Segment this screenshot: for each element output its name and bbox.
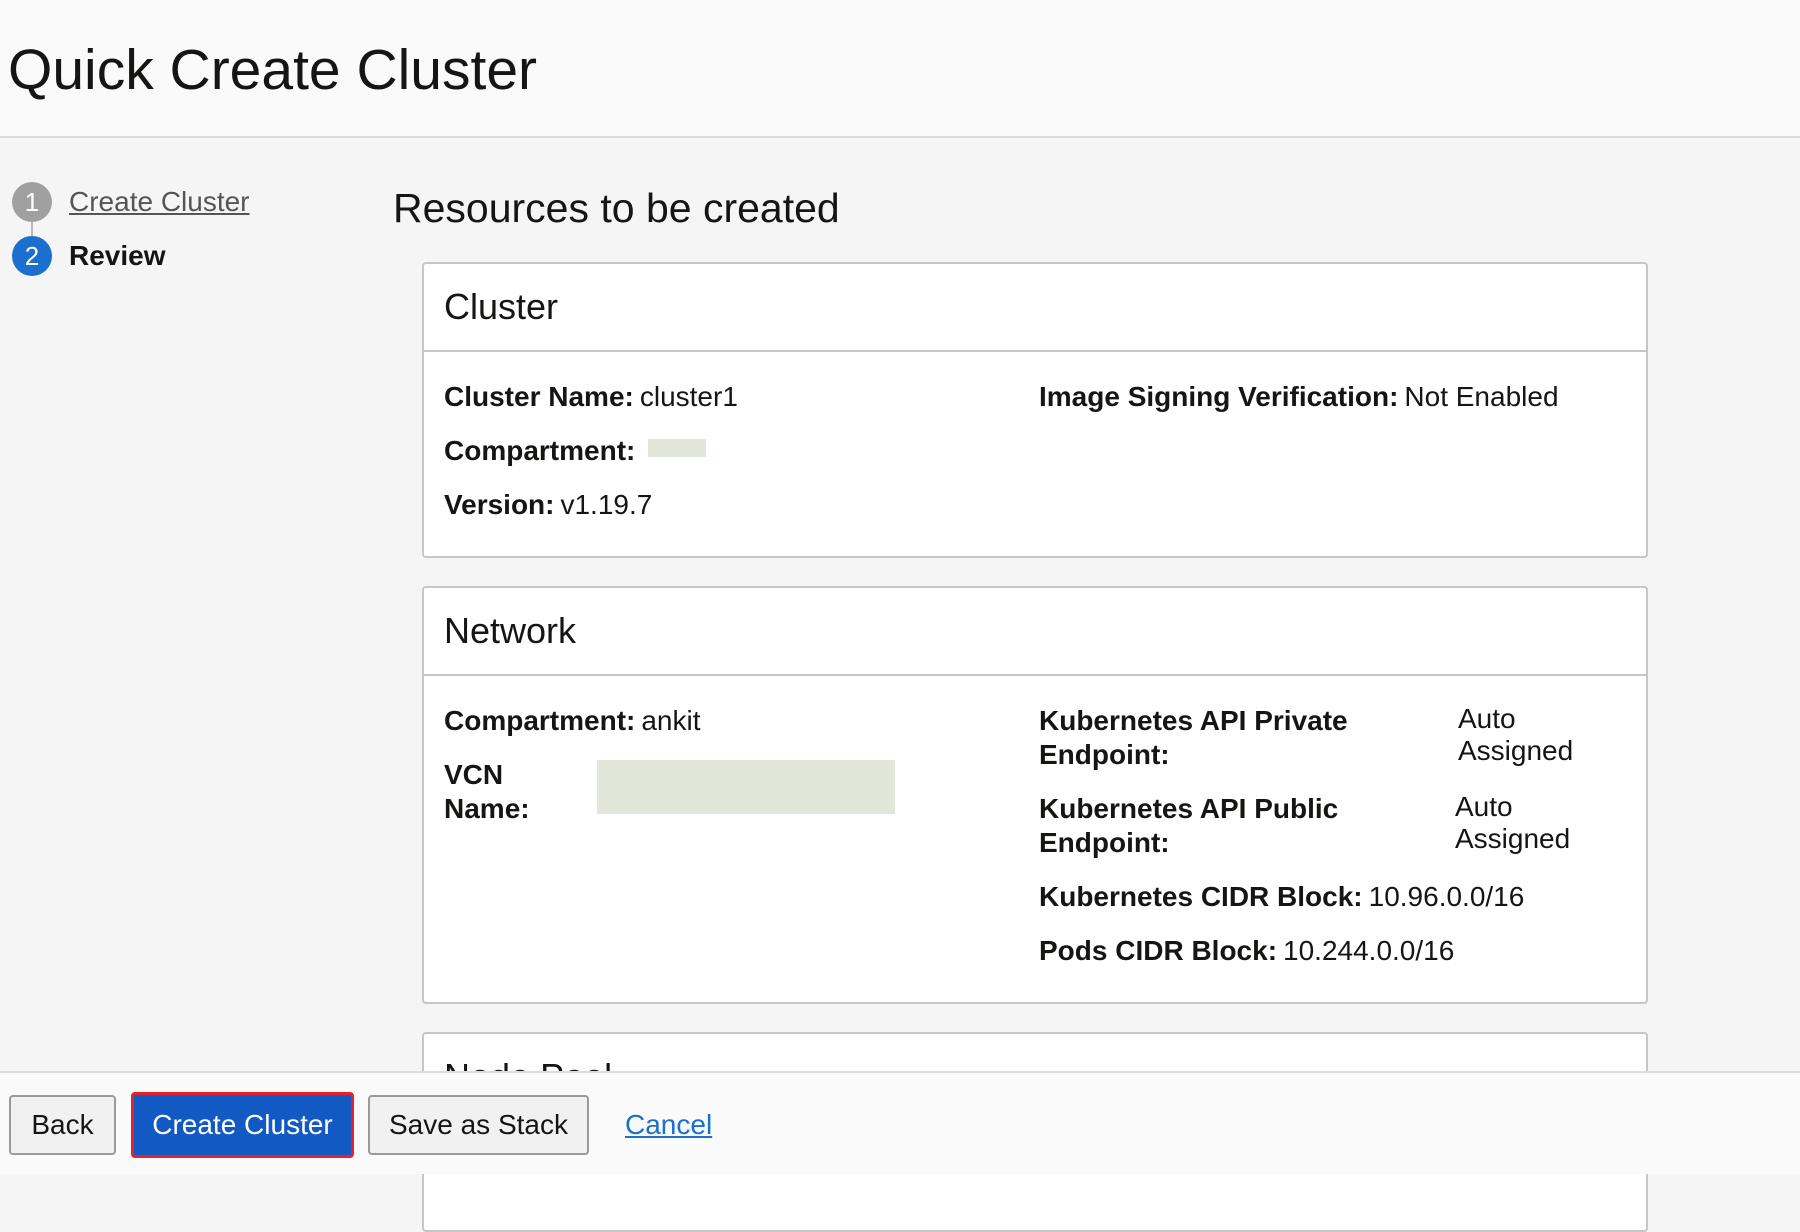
step-connector (31, 222, 33, 236)
step-review: 2 Review (12, 236, 166, 276)
private-endpoint-label-line1: Kubernetes API Private (1039, 705, 1348, 736)
private-endpoint-row: Kubernetes API Private Endpoint: Auto As… (1039, 703, 1629, 774)
pods-cidr-value: 10.244.0.0/16 (1283, 935, 1455, 966)
cancel-link[interactable]: Cancel (625, 1109, 712, 1141)
create-cluster-button[interactable]: Create Cluster (131, 1092, 354, 1158)
cluster-compartment-label: Compartment: (444, 435, 636, 466)
cluster-version-label: Version: (444, 489, 555, 520)
network-compartment-value: ankit (641, 705, 701, 736)
step-number-2: 2 (12, 236, 52, 276)
step-create-cluster[interactable]: 1 Create Cluster (12, 182, 250, 222)
public-endpoint-value-line2: Assigned (1455, 823, 1571, 854)
image-signing-label: Image Signing Verification: (1039, 381, 1399, 412)
image-signing-value: Not Enabled (1404, 381, 1559, 412)
public-endpoint-label-line1: Kubernetes API Public (1039, 793, 1339, 824)
step-label-review: Review (69, 240, 166, 271)
cluster-name-value: cluster1 (639, 381, 738, 412)
page-title: Quick Create Cluster (8, 38, 538, 102)
cluster-name-label: Cluster Name: (444, 381, 634, 412)
k8s-cidr-value: 10.96.0.0/16 (1368, 881, 1525, 912)
vcn-name-label-line1: VCN (444, 759, 504, 790)
back-button[interactable]: Back (9, 1095, 116, 1155)
redacted-compartment (648, 439, 706, 457)
page-header: Quick Create Cluster (0, 0, 1800, 138)
save-as-stack-button[interactable]: Save as Stack (368, 1095, 589, 1155)
private-endpoint-value-line1: Auto (1458, 703, 1516, 734)
pods-cidr-label: Pods CIDR Block: (1039, 935, 1278, 966)
network-panel-heading: Network (424, 588, 1646, 676)
step-link-create-cluster[interactable]: Create Cluster (69, 186, 250, 218)
public-endpoint-label-line2: Endpoint: (1039, 827, 1170, 858)
cluster-panel: Cluster Cluster Name: cluster1 Compartmen… (422, 262, 1648, 558)
footer-bar: Back Create Cluster Save as Stack Cancel (0, 1071, 1800, 1174)
section-title: Resources to be created (393, 185, 840, 231)
vcn-name-label-line2: Name: (444, 793, 530, 824)
network-panel: Network Compartment: ankit VCN Name: Kube… (422, 586, 1648, 1004)
cluster-name-row: Cluster Name: cluster1 (444, 380, 738, 414)
private-endpoint-value-line2: Assigned (1458, 735, 1574, 766)
step-number-1: 1 (12, 182, 52, 222)
k8s-cidr-label: Kubernetes CIDR Block: (1039, 881, 1363, 912)
public-endpoint-value-line1: Auto (1455, 791, 1513, 822)
cluster-panel-heading: Cluster (424, 264, 1646, 352)
image-signing-row: Image Signing Verification: Not Enabled (1039, 380, 1559, 414)
network-compartment-label: Compartment: (444, 705, 636, 736)
redacted-vcn-name (597, 760, 895, 814)
k8s-cidr-row: Kubernetes CIDR Block: 10.96.0.0/16 (1039, 880, 1524, 914)
pods-cidr-row: Pods CIDR Block: 10.244.0.0/16 (1039, 934, 1454, 968)
network-compartment-row: Compartment: ankit (444, 704, 701, 738)
cluster-compartment-row: Compartment: (444, 434, 635, 468)
cluster-version-value: v1.19.7 (560, 489, 653, 520)
cluster-version-row: Version: v1.19.7 (444, 488, 652, 522)
public-endpoint-row: Kubernetes API Public Endpoint: Auto Ass… (1039, 791, 1629, 862)
private-endpoint-label-line2: Endpoint: (1039, 739, 1170, 770)
